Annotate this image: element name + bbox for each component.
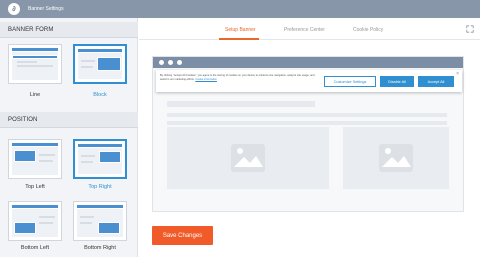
browser-dot-icon bbox=[168, 60, 173, 65]
banner-form-line-option[interactable] bbox=[8, 44, 62, 84]
block-banner-preview bbox=[97, 57, 121, 71]
close-icon[interactable]: × bbox=[456, 71, 459, 77]
banner-form-block-label: Block bbox=[93, 92, 107, 98]
image-placeholder bbox=[343, 127, 449, 189]
image-placeholder-icon bbox=[379, 144, 413, 172]
sidebar: BANNER FORM Line Block POSITION Top Left… bbox=[0, 18, 138, 257]
cookie-banner-text: By clicking "Accept All Cookies", you ag… bbox=[160, 74, 315, 81]
app-logo-icon: ∂ bbox=[8, 3, 20, 15]
position-top-right-option[interactable] bbox=[73, 139, 127, 179]
cookie-banner-preview: By clicking "Accept All Cookies", you ag… bbox=[156, 70, 462, 92]
position-top-right-label: Top Right bbox=[88, 184, 112, 190]
banner-form-block-option[interactable] bbox=[73, 44, 127, 84]
tab-bar: Setup Banner Preference Center Cookie Po… bbox=[139, 18, 480, 40]
skeleton-line bbox=[167, 101, 315, 107]
save-changes-button[interactable]: Save Changes bbox=[152, 226, 213, 245]
banner-form-line-label: Line bbox=[29, 92, 41, 98]
image-placeholder bbox=[167, 127, 329, 189]
banner-form-heading: BANNER FORM bbox=[0, 22, 138, 38]
line-banner-preview bbox=[12, 55, 58, 59]
tab-cookie-policy[interactable]: Cookie Policy bbox=[353, 27, 383, 33]
disable-all-button[interactable]: Disable All bbox=[380, 76, 414, 87]
position-top-left-option[interactable] bbox=[8, 139, 62, 179]
customize-settings-button[interactable]: Customize Settings bbox=[324, 76, 376, 87]
position-bottom-left-option[interactable] bbox=[8, 201, 62, 241]
active-tab-indicator bbox=[219, 38, 259, 40]
skeleton-line bbox=[167, 113, 447, 117]
position-bottom-right-label: Bottom Right bbox=[84, 245, 116, 251]
position-bottom-right-option[interactable] bbox=[73, 201, 127, 241]
cookie-info-link[interactable]: Cookie information bbox=[195, 78, 217, 81]
browser-dot-icon bbox=[177, 60, 182, 65]
position-bottom-left-label: Bottom Left bbox=[20, 245, 50, 251]
image-placeholder-icon bbox=[231, 144, 265, 172]
position-heading: POSITION bbox=[0, 112, 138, 128]
browser-dot-icon bbox=[159, 60, 164, 65]
accept-all-button[interactable]: Accept All bbox=[418, 76, 454, 87]
skeleton-line bbox=[167, 121, 447, 125]
app-title: Banner Settings bbox=[28, 6, 64, 12]
banner-preview: By clicking "Accept All Cookies", you ag… bbox=[152, 56, 464, 212]
tab-setup-banner[interactable]: Setup Banner bbox=[225, 27, 256, 33]
tab-preference-center[interactable]: Preference Center bbox=[284, 27, 325, 33]
app-header: ∂ Banner Settings bbox=[0, 0, 480, 18]
expand-icon[interactable] bbox=[466, 25, 474, 33]
browser-bar bbox=[153, 57, 463, 68]
position-top-left-label: Top Left bbox=[25, 184, 45, 190]
